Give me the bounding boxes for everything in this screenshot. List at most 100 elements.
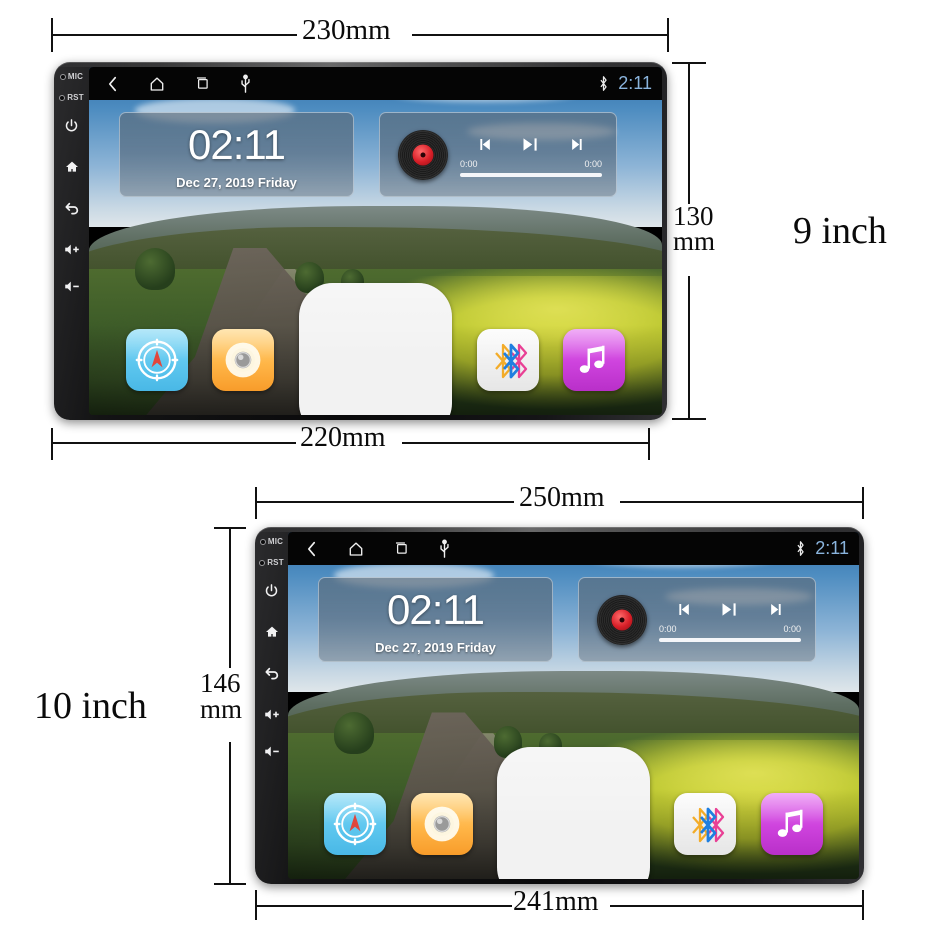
recents-nav-button-10[interactable]: [393, 540, 410, 557]
clock-widget-10[interactable]: 02:11 Dec 27, 2019 Friday: [318, 577, 553, 662]
head-unit-9-inch: MIC RST 2:11 02:11 Dec 27, 2019 Friday 0…: [54, 62, 667, 420]
power-icon: [65, 119, 78, 132]
previous-track-button-9[interactable]: [474, 135, 493, 154]
back-nav-button-10[interactable]: [304, 540, 319, 558]
bluetooth-status-icon: [598, 75, 609, 92]
wallpaper-tree: [333, 712, 374, 755]
home-icon: [349, 541, 363, 556]
home-button-9[interactable]: [64, 159, 80, 175]
dim-130mm-line-top: [688, 62, 690, 204]
next-track-button-10[interactable]: [768, 600, 787, 619]
back-icon: [108, 76, 117, 91]
home-nav-button-10[interactable]: [347, 540, 365, 558]
statusbar-9: 2:11: [89, 67, 662, 100]
volume-down-icon: [64, 281, 79, 292]
music-note-icon: [580, 345, 605, 373]
dim-220mm-tick-left: [51, 428, 53, 460]
volume-up-button-10[interactable]: [264, 708, 280, 721]
media-widget-10[interactable]: 0:00 0:00: [578, 577, 816, 662]
dim-250mm-tick-left: [255, 487, 257, 519]
home-icon: [150, 76, 164, 91]
dim-130mm-unit: mm: [673, 226, 716, 256]
compass-icon: [333, 802, 377, 846]
clock-time-10: 02:11: [387, 586, 485, 633]
dim-146mm-line-top: [229, 527, 231, 668]
back-nav-button-9[interactable]: [105, 75, 120, 93]
app-music-10[interactable]: [760, 793, 823, 855]
screen-10-inch[interactable]: 2:11 02:11 Dec 27, 2019 Friday 0:00 0:00: [288, 532, 859, 879]
bezel-controls-9: MIC RST: [54, 62, 89, 420]
media-times-10: 0:00 0:00: [659, 624, 801, 634]
size-label-9-inch: 9 inch: [793, 210, 887, 252]
usb-icon: [241, 74, 250, 93]
next-track-button-9[interactable]: [569, 135, 588, 154]
dim-230mm-line-left: [51, 34, 297, 36]
statusbar-10: 2:11: [288, 532, 859, 565]
dim-220mm-line-right: [402, 442, 650, 444]
volume-up-button-9[interactable]: [64, 243, 80, 256]
next-track-icon: [572, 138, 582, 151]
power-button-10[interactable]: [264, 583, 279, 598]
media-progress-bar-9[interactable]: [460, 173, 602, 177]
dim-146mm-unit: mm: [200, 694, 243, 724]
back-icon: [64, 202, 78, 215]
app-bluetooth-9[interactable]: [476, 329, 539, 391]
back-button-10[interactable]: [264, 666, 280, 682]
usb-nav-button-9[interactable]: [239, 74, 252, 93]
app-all-apps-10[interactable]: [496, 747, 651, 879]
clock-widget-9[interactable]: 02:11 Dec 27, 2019 Friday: [119, 112, 354, 197]
dim-230mm-label: 230mm: [302, 14, 391, 46]
app-music-9[interactable]: [563, 329, 626, 391]
volume-down-button-9[interactable]: [64, 280, 80, 293]
app-bluetooth-10[interactable]: [674, 793, 737, 855]
mic-dot-icon: [259, 538, 266, 545]
app-navigation-9[interactable]: [125, 329, 188, 391]
volume-down-icon: [264, 746, 279, 757]
media-remaining-10: 0:00: [783, 624, 801, 634]
home-button-10[interactable]: [264, 624, 280, 640]
app-radio-10[interactable]: [410, 793, 473, 855]
usb-nav-button-10[interactable]: [438, 539, 451, 558]
app-dock-10: [288, 747, 859, 879]
volume-up-icon: [264, 709, 279, 720]
app-radio-9[interactable]: [212, 329, 275, 391]
screen-9-inch[interactable]: 2:11 02:11 Dec 27, 2019 Friday 0:00 0:00: [89, 67, 662, 415]
play-pause-button-10[interactable]: [719, 599, 740, 620]
transport-controls-10: [659, 599, 801, 620]
recents-icon: [196, 77, 208, 89]
reset-label: RST: [67, 93, 84, 102]
vinyl-record-icon: [597, 594, 647, 645]
volume-down-button-10[interactable]: [264, 745, 280, 758]
media-times-9: 0:00 0:00: [460, 159, 602, 169]
status-right-10: 2:11: [795, 538, 849, 559]
next-track-icon: [771, 603, 781, 616]
bluetooth-status-icon: [795, 540, 806, 557]
media-widget-9[interactable]: 0:00 0:00: [379, 112, 617, 197]
reset-hole-10[interactable]: RST: [259, 558, 284, 567]
reset-dot-icon: [59, 94, 66, 101]
reset-label: RST: [267, 558, 284, 567]
system-nav-icons-10: [304, 539, 451, 558]
mic-label: MIC: [267, 537, 284, 546]
home-icon: [265, 626, 278, 637]
app-all-apps-9[interactable]: [298, 283, 453, 415]
bluetooth-icon: [692, 807, 725, 843]
mic-hole-9: MIC: [59, 72, 83, 81]
home-nav-button-9[interactable]: [148, 75, 166, 93]
previous-track-icon: [679, 603, 689, 616]
power-button-9[interactable]: [64, 118, 79, 133]
media-progress-bar-10[interactable]: [659, 638, 801, 642]
previous-track-button-10[interactable]: [673, 600, 692, 619]
reset-hole-9[interactable]: RST: [59, 93, 84, 102]
clock-time-9: 02:11: [188, 121, 286, 168]
back-button-9[interactable]: [64, 201, 80, 217]
app-navigation-10[interactable]: [324, 793, 387, 855]
recents-nav-button-9[interactable]: [194, 75, 211, 92]
dim-230mm-line-right: [412, 34, 669, 36]
play-pause-icon: [722, 603, 737, 616]
status-clock-10: 2:11: [815, 538, 849, 558]
play-pause-button-9[interactable]: [520, 134, 541, 155]
app-dock-9: [89, 283, 662, 415]
dim-241mm-line-left: [255, 905, 512, 907]
media-elapsed-10: 0:00: [659, 624, 677, 634]
